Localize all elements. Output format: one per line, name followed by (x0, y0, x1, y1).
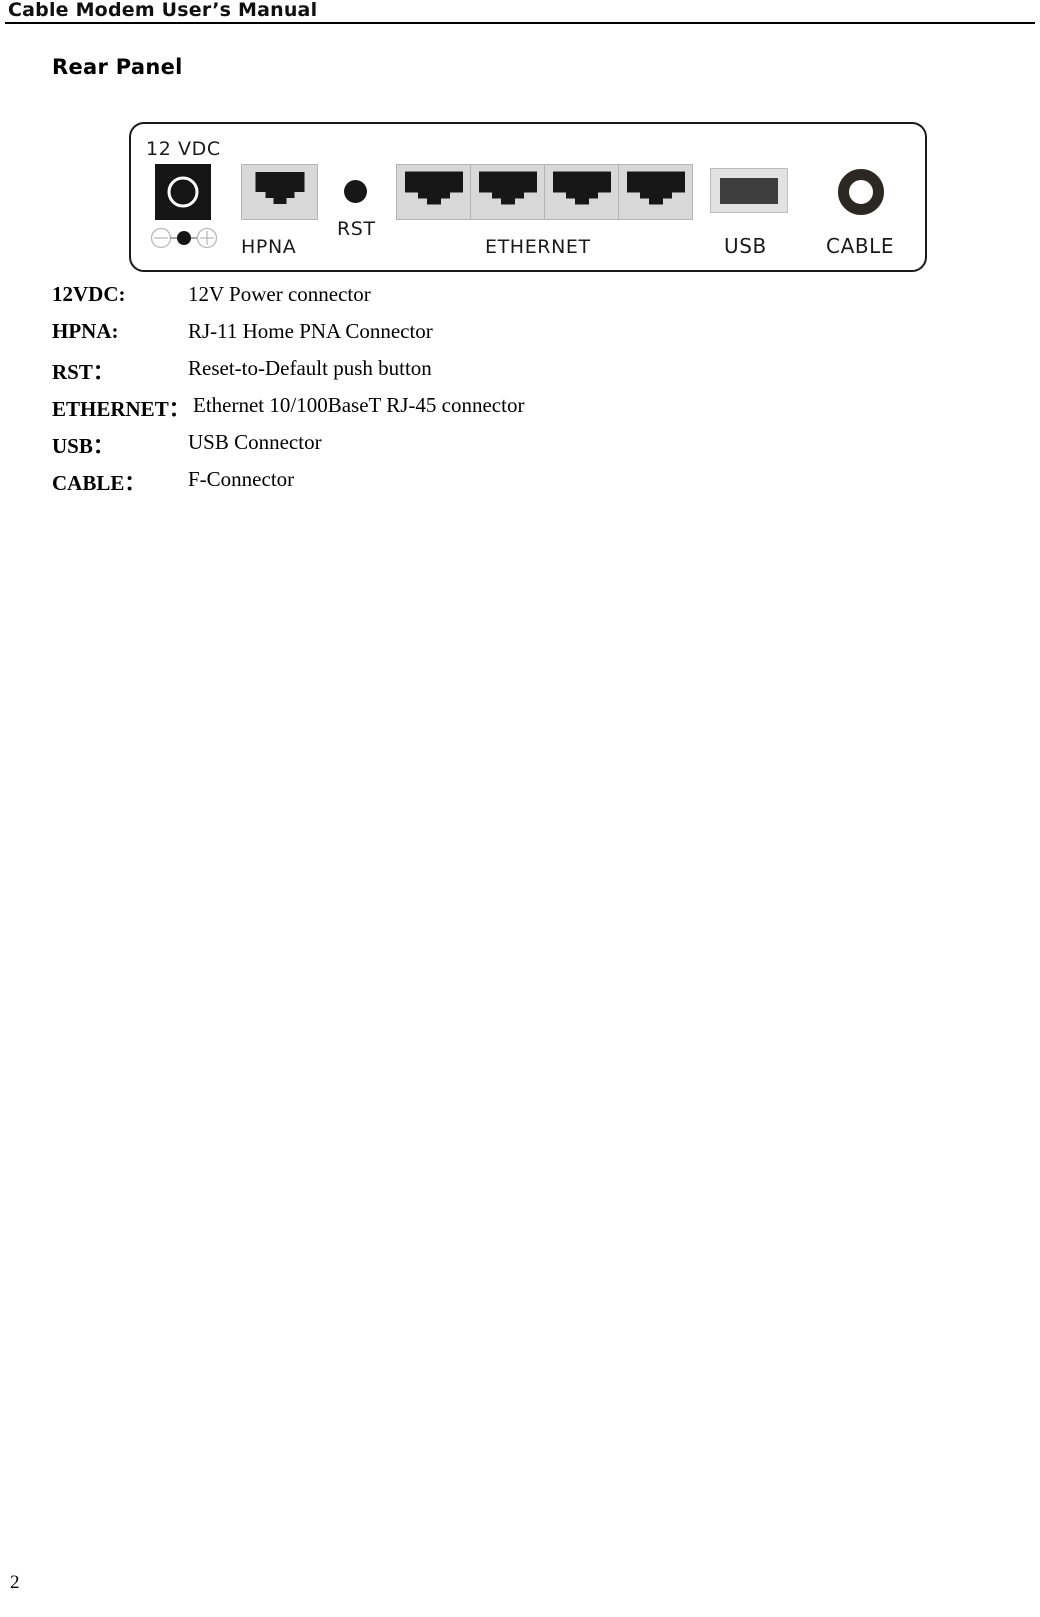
connector-definition-list: 12VDC: 12V Power connector HPNA: RJ-11 H… (52, 282, 912, 504)
definition-row: ETHERNET： Ethernet 10/100BaseT RJ-45 con… (52, 393, 912, 430)
ethernet-port (471, 165, 545, 219)
rj45-jack-icon (552, 171, 612, 214)
dc-power-jack-ring (167, 176, 199, 208)
definition-term: CABLE： (52, 471, 146, 495)
hpna-port (241, 164, 318, 220)
rj45-jack-icon (478, 171, 538, 214)
definition-row: USB： USB Connector (52, 430, 912, 467)
definition-description: Ethernet 10/100BaseT RJ-45 connector (193, 393, 525, 417)
cable-f-connector-icon (838, 169, 884, 215)
definition-description: Reset-to-Default push button (188, 356, 432, 380)
definition-row: HPNA: RJ-11 Home PNA Connector (52, 319, 912, 356)
reset-label: RST (337, 218, 376, 240)
rear-panel-figure: 12 VDC HPNA RST ETHERNET USB CABLE (129, 122, 927, 272)
definition-description: USB Connector (188, 430, 322, 454)
page-number: 2 (10, 1572, 20, 1593)
definition-row: 12VDC: 12V Power connector (52, 282, 912, 319)
definition-term: USB： (52, 434, 114, 458)
usb-label: USB (724, 234, 767, 258)
dc-power-jack-icon (155, 164, 211, 220)
cable-label: CABLE (826, 234, 895, 258)
header-divider (5, 22, 1035, 24)
ethernet-port (545, 165, 619, 219)
definition-row: RST： Reset-to-Default push button (52, 356, 912, 393)
rj45-jack-icon (626, 171, 686, 214)
definition-description: F-Connector (188, 467, 295, 491)
ethernet-port-bank (396, 164, 693, 220)
definition-description: 12V Power connector (188, 282, 371, 306)
dc-input-label: 12 VDC (146, 138, 221, 160)
rj45-jack-icon (404, 171, 464, 214)
definition-description: RJ-11 Home PNA Connector (188, 319, 433, 343)
page-title: Rear Panel (52, 55, 183, 79)
ethernet-port (397, 165, 471, 219)
definition-term: RST： (52, 360, 114, 384)
ethernet-label: ETHERNET (485, 236, 591, 258)
definition-term: ETHERNET： (52, 397, 190, 421)
rj11-jack-icon (253, 171, 306, 213)
manual-title: Cable Modem User’s Manual (8, 0, 318, 21)
reset-button-icon (344, 180, 367, 203)
definition-term: 12VDC: (52, 282, 126, 306)
definition-row: CABLE： F-Connector (52, 467, 912, 504)
ethernet-port (619, 165, 692, 219)
definition-term: HPNA: (52, 319, 119, 343)
usb-port (710, 168, 788, 213)
usb-slot-icon (720, 177, 778, 204)
polarity-symbol-icon (150, 227, 218, 249)
page-header: Cable Modem User’s Manual (5, 0, 1035, 24)
hpna-label: HPNA (241, 236, 297, 258)
